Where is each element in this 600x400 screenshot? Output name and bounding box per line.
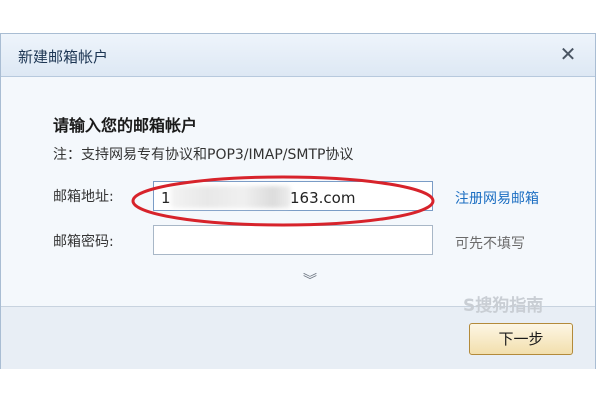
close-icon[interactable]: ✕ [557,43,579,65]
password-label: 邮箱密码: [53,234,114,250]
next-step-button[interactable]: 下一步 [469,323,573,355]
email-value-prefix: 1 [161,189,171,207]
form-heading: 请输入您的邮箱帐户 [53,116,198,135]
dialog-titlebar: 新建邮箱帐户 ✕ [1,34,595,77]
email-label: 邮箱地址: [53,189,114,205]
new-mail-account-dialog: 新建邮箱帐户 ✕ 请输入您的邮箱帐户 注：支持网易专有协议和POP3/IMAP/… [0,33,596,369]
password-field[interactable] [153,225,433,255]
sogou-guide-watermark: S搜狗指南 [463,296,544,316]
email-value-domain: 163.com [290,189,356,207]
register-netease-mail-link[interactable]: 注册网易邮箱 [455,188,539,208]
dialog-title: 新建邮箱帐户 [18,48,109,66]
redacted-email-blur [171,186,291,208]
password-optional-hint: 可先不填写 [455,236,525,252]
double-chevron-down-icon[interactable]: ︾ [299,270,321,289]
protocol-note: 注：支持网易专有协议和POP3/IMAP/SMTP协议 [53,147,354,163]
